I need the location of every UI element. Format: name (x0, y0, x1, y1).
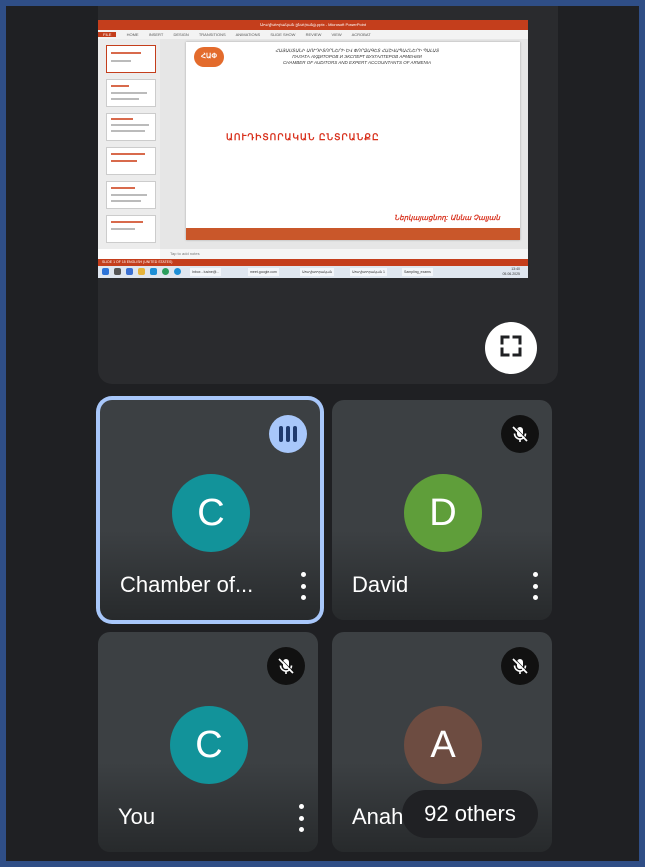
participant-name: You (118, 804, 156, 829)
slide-thumbnail (106, 113, 156, 141)
slide-thumbnails (98, 39, 160, 249)
participant-tile[interactable]: C You (98, 632, 318, 852)
taskbar-item: Աուդիտորական (300, 268, 335, 276)
participant-name: David (352, 572, 409, 597)
taskbar-item: Sampling_exams (402, 268, 433, 276)
search-icon (114, 268, 121, 275)
presentation-tile[interactable]: Աուդիտորական ընտրանք.pptx - Microsoft Po… (98, 6, 558, 384)
mic-off-icon (501, 415, 539, 453)
slide-thumbnail (106, 79, 156, 107)
ribbon-tab: REVIEW (305, 32, 322, 37)
ribbon-tab: INSERT (148, 32, 164, 37)
windows-start-icon (102, 268, 109, 275)
others-button[interactable]: 92 others (402, 790, 538, 838)
chrome-icon (162, 268, 169, 275)
ribbon-tab: ACROBAT (351, 32, 371, 37)
speaking-indicator-icon (269, 415, 307, 453)
notes-pane: Tap to add notes (160, 249, 528, 259)
taskbar-item: Աուդիտորական 1 (350, 268, 387, 276)
slide-thumbnail (106, 215, 156, 243)
slide-editor: ՀԱՓ ՀԱՅԱՍՏԱՆԻ ԱՈՒԴԻՏՈՐՆԵՐԻ ԵՎ ՓՈՐՁԱԳԵՏ Հ… (160, 39, 528, 249)
slide-presenter: Ներկայացնող: Աննա Չալյան (394, 215, 500, 222)
participant-name: Chamber of... (120, 572, 254, 597)
folder-icon (138, 268, 145, 275)
more-options-button[interactable] (530, 572, 540, 600)
ppt-status-bar: SLIDE 1 OF 15 ENGLISH (UNITED STATES) (98, 259, 528, 266)
windows-taskbar: Inbox - lusine@... meet.google.com Աուդի… (98, 266, 528, 278)
slide-thumbnail (106, 181, 156, 209)
taskbar-item: Inbox - lusine@... (190, 268, 222, 276)
teams-icon (126, 268, 133, 275)
participant-name: Anah (352, 804, 404, 829)
ppt-ribbon: FILE HOME INSERT DESIGN TRANSITIONS ANIM… (98, 30, 528, 39)
browser-icon (174, 268, 181, 275)
avatar: A (404, 706, 482, 784)
ribbon-tab: HOME (126, 32, 139, 37)
chamber-logo: ՀԱՓ (194, 47, 224, 67)
ribbon-tab: SLIDE SHOW (270, 32, 296, 37)
more-options-button[interactable] (298, 572, 308, 600)
slide-footer-bar (186, 228, 520, 240)
ribbon-tab: ANIMATIONS (235, 32, 261, 37)
ribbon-tab: FILE (98, 32, 117, 37)
slide-thumbnail (106, 147, 156, 175)
edge-icon (150, 268, 157, 275)
slide-org-names: ՀԱՅԱՍՏԱՆԻ ԱՈՒԴԻՏՈՐՆԵՐԻ ԵՎ ՓՈՐՁԱԳԵՏ ՀԱՇՎԱ… (275, 48, 439, 65)
participant-tile[interactable]: D David (332, 400, 552, 620)
participant-tile[interactable]: C Chamber of... (100, 400, 320, 620)
ppt-window-title: Աուդիտորական ընտրանք.pptx - Microsoft Po… (98, 20, 528, 30)
mic-off-icon (267, 647, 305, 685)
ribbon-tab: DESIGN (173, 32, 189, 37)
avatar: C (172, 474, 250, 552)
current-slide: ՀԱՓ ՀԱՅԱՍՏԱՆԻ ԱՈՒԴԻՏՈՐՆԵՐԻ ԵՎ ՓՈՐՁԱԳԵՏ Հ… (186, 42, 520, 240)
ribbon-tab: VIEW (331, 32, 342, 37)
meeting-screen: Աուդիտորական ընտրանք.pptx - Microsoft Po… (6, 6, 639, 861)
slide-thumbnail (106, 45, 156, 73)
more-options-button[interactable] (296, 804, 306, 832)
avatar: D (404, 474, 482, 552)
ribbon-tab: TRANSITIONS (198, 32, 226, 37)
mic-off-icon (501, 647, 539, 685)
avatar: C (170, 706, 248, 784)
taskbar-clock: 13:40 05.06.2025 (502, 267, 520, 276)
shared-screen: Աուդիտորական ընտրանք.pptx - Microsoft Po… (98, 20, 528, 278)
fullscreen-button[interactable] (485, 322, 537, 374)
taskbar-item: meet.google.com (248, 268, 279, 276)
fullscreen-icon (500, 335, 522, 362)
slide-title: ԱՈՒԴԻՏՈՐԱԿԱՆ ԸՆՏՐԱՆՔԸ (226, 132, 380, 142)
